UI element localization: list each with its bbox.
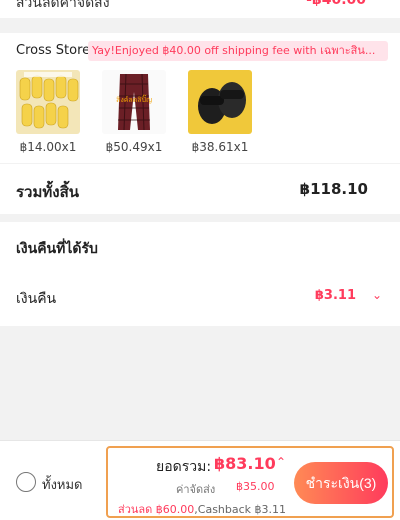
order-total-row: รวมทั้งสิ้น ฿118.10 bbox=[0, 164, 400, 214]
select-all-radio[interactable] bbox=[16, 472, 36, 492]
discount-summary: ส่วนลด ฿60.00,Cashback ฿3.11 bbox=[118, 500, 286, 518]
product-image-slippers[interactable] bbox=[188, 70, 252, 134]
sum-label: ยอดรวม: bbox=[156, 459, 212, 475]
product-image-snack[interactable] bbox=[16, 70, 80, 134]
checkout-bar: ทั้งหมด ยอดรวม: ฿83.10 ⌃ ค่าจัดส่ง ฿35.0… bbox=[0, 440, 400, 520]
cashback-label: เงินคืน bbox=[16, 291, 57, 307]
cashback-title: เงินคืนที่ได้รับ bbox=[16, 241, 98, 257]
shipping-discount-label: ส่วนลดค่าจัดส่ง bbox=[16, 0, 110, 11]
order-total-label: รวมทั้งสิ้น bbox=[16, 183, 79, 201]
chevron-up-icon[interactable]: ⌃ bbox=[376, 0, 386, 8]
chevron-up-icon[interactable]: ⌃ bbox=[276, 455, 286, 469]
discount-text: ส่วนลด ฿60.00 bbox=[118, 503, 195, 516]
shipping-discount-row[interactable]: ส่วนลดค่าจัดส่ง -฿40.00 ⌃ bbox=[0, 0, 400, 18]
shipping-amount: ฿35.00 bbox=[236, 480, 275, 493]
checkout-summary: ยอดรวม: ฿83.10 ⌃ ค่าจัดส่ง ฿35.00 ส่วนลด… bbox=[106, 446, 394, 518]
shipping-discount-value: -฿40.00 bbox=[306, 0, 366, 8]
product-item[interactable]: ฿14.00x1 bbox=[16, 70, 80, 154]
thumb-overlay-text: ลิงค์ลดลิปิ๊ญ bbox=[116, 94, 152, 104]
store-section: Cross Store Yay!Enjoyed ฿40.00 off shipp… bbox=[0, 33, 400, 163]
pay-button[interactable]: ชำระเงิน(3) bbox=[294, 462, 388, 504]
product-price: ฿50.49x1 bbox=[105, 140, 163, 154]
order-total-value: ฿118.10 bbox=[299, 180, 368, 198]
product-price: ฿38.61x1 bbox=[191, 140, 249, 154]
chevron-down-icon[interactable]: ⌄ bbox=[372, 288, 382, 302]
shipping-label: ค่าจัดส่ง bbox=[176, 483, 216, 496]
store-name: Cross Store bbox=[16, 43, 91, 58]
product-item[interactable]: ฿38.61x1 bbox=[188, 70, 252, 154]
shipping-promo-banner: Yay!Enjoyed ฿40.00 off shipping fee with… bbox=[88, 41, 388, 61]
product-price: ฿14.00x1 bbox=[19, 140, 77, 154]
cashback-text: ,Cashback ฿3.11 bbox=[194, 503, 287, 516]
cashback-value[interactable]: ฿3.11 bbox=[315, 288, 356, 303]
select-all-label[interactable]: ทั้งหมด bbox=[42, 474, 83, 495]
sum-amount: ฿83.10 bbox=[214, 454, 276, 473]
product-item[interactable]: ลิงค์ลดลิปิ๊ญ ฿50.49x1 bbox=[102, 70, 166, 154]
product-image-pants[interactable]: ลิงค์ลดลิปิ๊ญ bbox=[102, 70, 166, 134]
cashback-section: เงินคืนที่ได้รับ เงินคืน ฿3.11 ⌄ bbox=[0, 222, 400, 326]
